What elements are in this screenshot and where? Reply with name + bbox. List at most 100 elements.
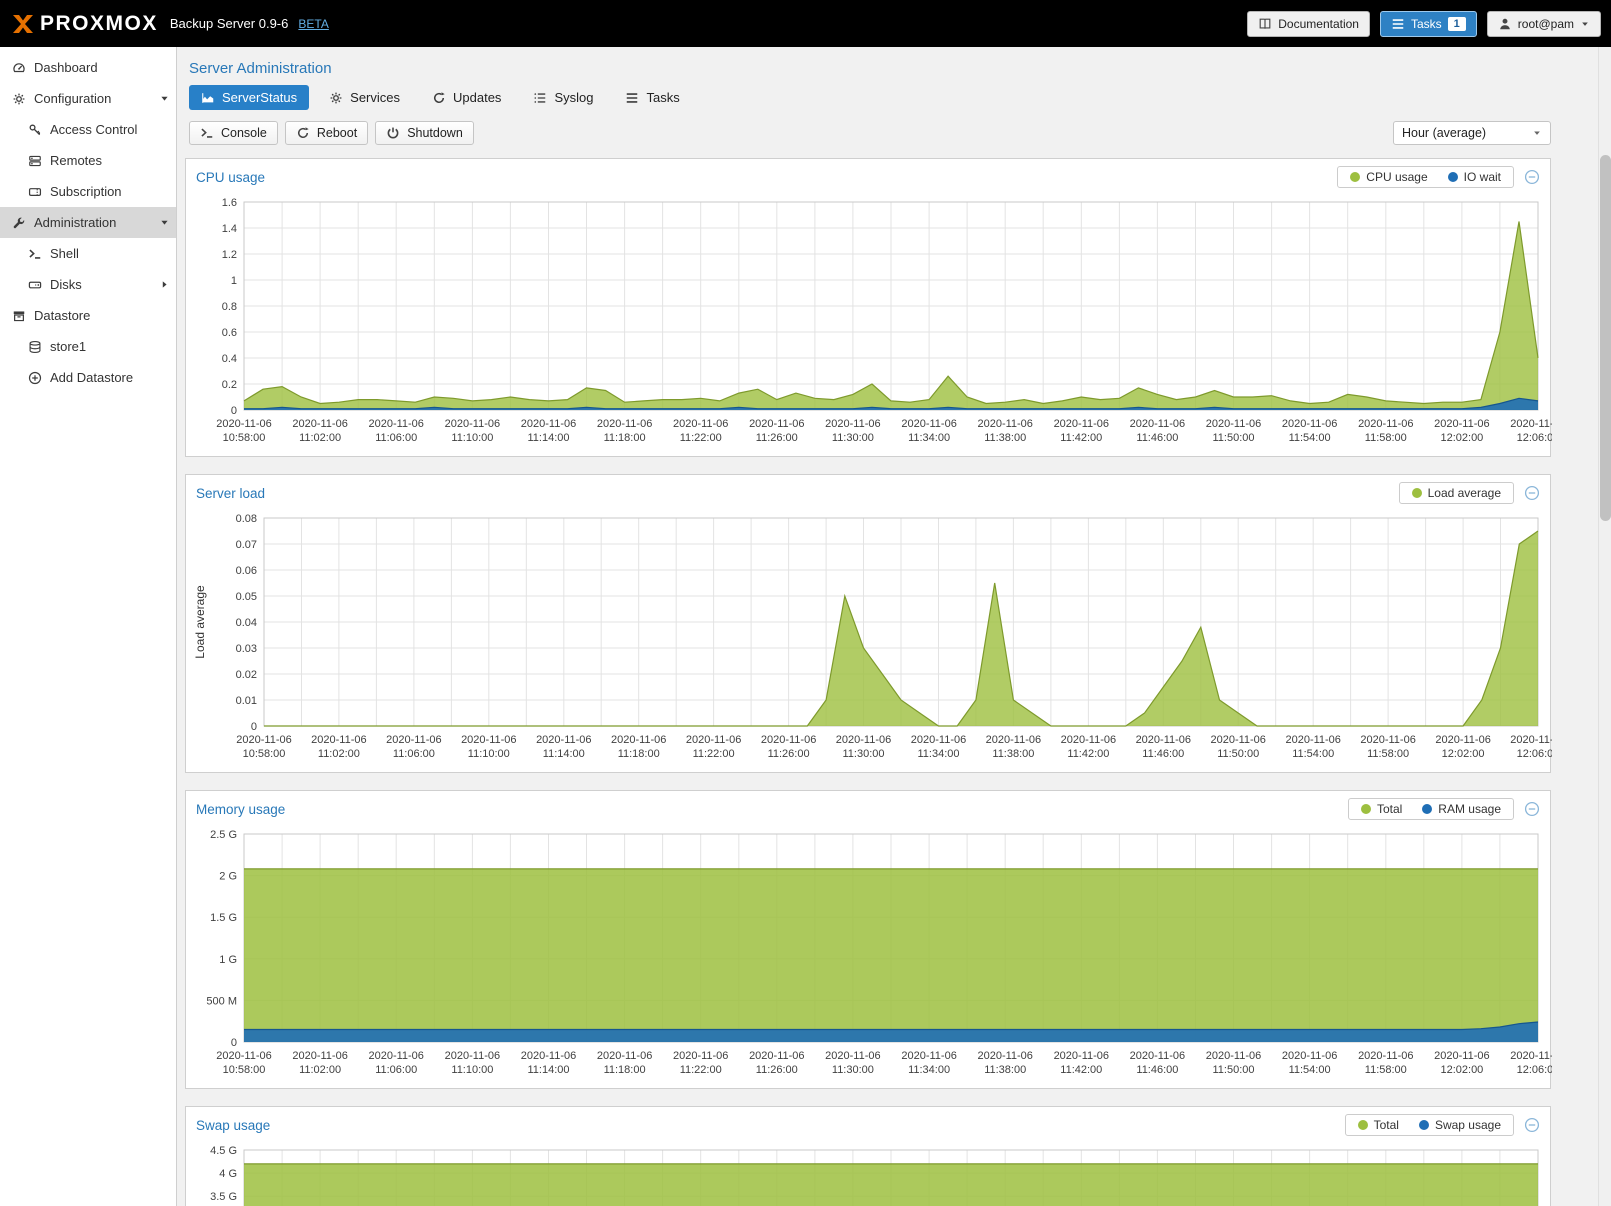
svg-text:11:30:00: 11:30:00 (832, 432, 874, 444)
svg-text:2020-11-06: 2020-11-06 (977, 418, 1032, 430)
chevron-down-icon (159, 93, 170, 104)
sidebar-item-add-datastore[interactable]: Add Datastore (0, 362, 176, 393)
svg-text:0: 0 (231, 1037, 237, 1049)
svg-text:11:42:00: 11:42:00 (1060, 432, 1102, 444)
scrollbar-thumb[interactable] (1600, 155, 1611, 521)
svg-text:11:58:00: 11:58:00 (1367, 748, 1409, 760)
legend-item: Swap usage (1419, 1118, 1501, 1132)
shutdown-button[interactable]: Shutdown (375, 121, 474, 145)
beta-link[interactable]: BETA (298, 17, 328, 31)
chart: 00.20.40.60.811.21.41.62020-11-0610:58:0… (186, 192, 1550, 456)
sidebar-item-label: store1 (50, 339, 86, 354)
svg-text:2020-11-06: 2020-11-06 (368, 418, 423, 430)
svg-text:2020-11-06: 2020-11-06 (749, 418, 804, 430)
user-label: root@pam (1518, 17, 1574, 31)
tab-serverstatus[interactable]: ServerStatus (189, 85, 309, 110)
legend-item: Total (1361, 802, 1402, 816)
svg-text:10:58:00: 10:58:00 (243, 748, 286, 760)
svg-text:1.6: 1.6 (222, 197, 237, 209)
sidebar-item-access-control[interactable]: Access Control (0, 114, 176, 145)
sidebar-item-store1[interactable]: store1 (0, 331, 176, 362)
panel-server-load: Server loadLoad average00.010.020.030.04… (185, 474, 1551, 773)
svg-text:11:06:00: 11:06:00 (375, 1064, 417, 1076)
collapse-panel-button[interactable] (1524, 485, 1540, 501)
svg-text:11:14:00: 11:14:00 (543, 748, 585, 760)
tab-services[interactable]: Services (317, 85, 412, 110)
svg-text:2020-11-06: 2020-11-06 (1510, 1050, 1552, 1062)
tab-tasks[interactable]: Tasks (613, 85, 691, 110)
svg-text:2020-11-06: 2020-11-06 (1210, 734, 1265, 746)
chart-legend: Total Swap usage (1345, 1114, 1514, 1136)
tab-bar: ServerStatus Services Updates Syslog Tasks (177, 85, 1611, 121)
caret-down-icon (1532, 128, 1542, 138)
reboot-button-label: Reboot (317, 126, 357, 140)
sidebar-item-remotes[interactable]: Remotes (0, 145, 176, 176)
svg-text:2020-11-06: 2020-11-06 (1130, 418, 1185, 430)
svg-text:0.6: 0.6 (222, 327, 237, 339)
collapse-panel-button[interactable] (1524, 801, 1540, 817)
svg-text:2020-11-06: 2020-11-06 (1360, 734, 1415, 746)
legend-item: Load average (1412, 486, 1501, 500)
svg-text:2020-11-06: 2020-11-06 (611, 734, 666, 746)
svg-text:11:46:00: 11:46:00 (1136, 1064, 1178, 1076)
svg-text:0.01: 0.01 (236, 695, 257, 707)
svg-text:2020-11-06: 2020-11-06 (1282, 1050, 1337, 1062)
svg-text:12:02:00: 12:02:00 (1442, 748, 1485, 760)
panel-header: Memory usageTotalRAM usage (186, 791, 1550, 824)
svg-text:0.03: 0.03 (236, 643, 257, 655)
svg-text:2020-11-06: 2020-11-06 (1285, 734, 1340, 746)
time-range-select[interactable]: Hour (average) (1393, 121, 1551, 145)
legend-label: CPU usage (1366, 170, 1427, 184)
legend-dot (1448, 172, 1458, 182)
chart-svg: 0500 M1 G1.5 G2 G2.5 G3 G3.5 G4 G4.5 G20… (188, 1142, 1552, 1206)
svg-text:11:54:00: 11:54:00 (1292, 748, 1334, 760)
sidebar-item-configuration[interactable]: Configuration (0, 83, 176, 114)
tab-syslog[interactable]: Syslog (521, 85, 605, 110)
sidebar-item-label: Subscription (50, 184, 122, 199)
chevron-down-icon (159, 217, 170, 228)
legend-label: Total (1377, 802, 1402, 816)
sidebar-item-label: Configuration (34, 91, 111, 106)
page-title: Server Administration (177, 47, 1611, 85)
svg-text:2020-11-06: 2020-11-06 (1061, 734, 1116, 746)
plus-circle-icon (28, 371, 42, 385)
svg-text:11:34:00: 11:34:00 (908, 1064, 950, 1076)
chart-legend: CPU usageIO wait (1337, 166, 1514, 188)
documentation-label: Documentation (1278, 17, 1359, 31)
sidebar: Dashboard Configuration Access ControlRemo… (0, 47, 177, 1206)
sidebar-item-administration[interactable]: Administration (0, 207, 176, 238)
panel-title: CPU usage (196, 170, 265, 185)
vertical-scrollbar[interactable] (1598, 47, 1611, 1206)
svg-text:0: 0 (231, 405, 237, 417)
tab-label: Services (350, 90, 400, 105)
sidebar-item-label: Shell (50, 246, 79, 261)
svg-text:11:10:00: 11:10:00 (451, 432, 493, 444)
svg-text:2020-11-06: 2020-11-06 (1054, 418, 1109, 430)
chart: 00.010.020.030.040.050.060.070.082020-11… (186, 508, 1550, 772)
sidebar-item-datastore[interactable]: Datastore (0, 300, 176, 331)
sidebar-item-disks[interactable]: Disks (0, 269, 176, 300)
sidebar-item-label: Dashboard (34, 60, 98, 75)
collapse-panel-button[interactable] (1524, 169, 1540, 185)
svg-text:0.8: 0.8 (222, 301, 237, 313)
legend-dot (1358, 1120, 1368, 1130)
reboot-button[interactable]: Reboot (285, 121, 368, 145)
svg-text:2.5 G: 2.5 G (210, 829, 237, 841)
svg-text:11:14:00: 11:14:00 (527, 1064, 569, 1076)
svg-text:11:58:00: 11:58:00 (1365, 1064, 1407, 1076)
legend-dot (1412, 488, 1422, 498)
tasks-button[interactable]: Tasks 1 (1380, 11, 1477, 37)
collapse-panel-button[interactable] (1524, 1117, 1540, 1133)
svg-text:11:34:00: 11:34:00 (908, 432, 950, 444)
sidebar-item-subscription[interactable]: Subscription (0, 176, 176, 207)
documentation-button[interactable]: Documentation (1247, 11, 1370, 37)
user-menu-button[interactable]: root@pam (1487, 11, 1601, 37)
sidebar-item-shell[interactable]: Shell (0, 238, 176, 269)
legend-item: Total (1358, 1118, 1399, 1132)
tab-updates[interactable]: Updates (420, 85, 513, 110)
svg-text:2020-11-06: 2020-11-06 (445, 418, 500, 430)
svg-text:11:10:00: 11:10:00 (451, 1064, 493, 1076)
sidebar-item-dashboard[interactable]: Dashboard (0, 52, 176, 83)
console-button[interactable]: Console (189, 121, 278, 145)
svg-text:11:54:00: 11:54:00 (1289, 1064, 1331, 1076)
